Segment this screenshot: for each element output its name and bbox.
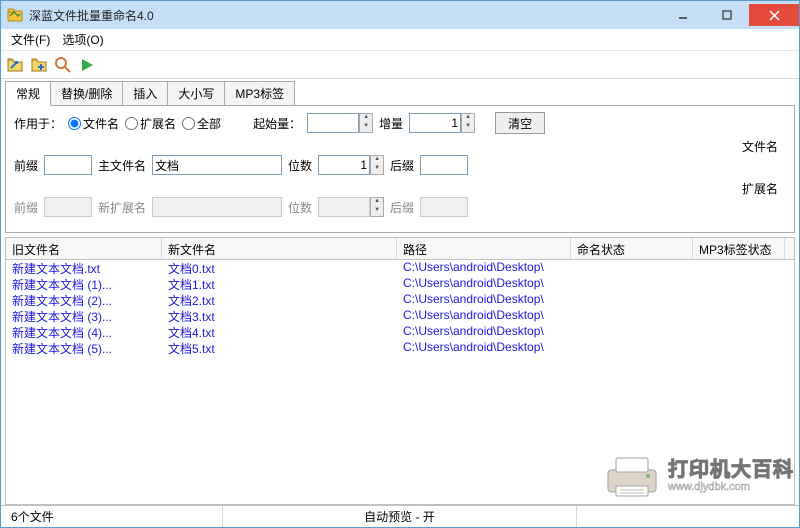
grid-header: 旧文件名 新文件名 路径 命名状态 MP3标签状态 [5, 237, 795, 259]
cell: 新建文本文档 (2)... [6, 292, 162, 308]
table-row[interactable]: 新建文本文档 (3)...文档3.txtC:\Users\android\Des… [6, 308, 794, 324]
cell [693, 324, 785, 340]
mainfile-label: 主文件名 [98, 157, 146, 174]
suffix2-input [420, 197, 468, 217]
filename-side-label: 文件名 [742, 138, 778, 155]
tab-general[interactable]: 常规 [5, 81, 51, 106]
cell: 新建文本文档.txt [6, 260, 162, 276]
titlebar: 深蓝文件批量重命名4.0 [1, 1, 799, 29]
cell: 新建文本文档 (4)... [6, 324, 162, 340]
apply-filename-radio[interactable]: 文件名 [68, 115, 119, 132]
tab-insert[interactable]: 插入 [122, 81, 168, 105]
add-folder-icon[interactable] [29, 55, 49, 75]
step-spin[interactable]: ▲▼ [409, 113, 475, 133]
prefix1-input[interactable] [44, 155, 92, 175]
clear-button[interactable]: 清空 [495, 112, 545, 134]
ext-side-label: 扩展名 [742, 180, 778, 197]
table-row[interactable]: 新建文本文档 (5)...文档5.txtC:\Users\android\Des… [6, 340, 794, 356]
col-old[interactable]: 旧文件名 [6, 238, 162, 259]
col-path[interactable]: 路径 [397, 238, 571, 259]
cell: 文档2.txt [162, 292, 397, 308]
start-input[interactable] [307, 113, 359, 133]
start-label: 起始量： [253, 115, 301, 132]
newext-input [152, 197, 282, 217]
col-rename-status[interactable]: 命名状态 [571, 238, 693, 259]
menu-file[interactable]: 文件(F) [5, 29, 56, 50]
cell: C:\Users\android\Desktop\ [397, 340, 571, 356]
cell: C:\Users\android\Desktop\ [397, 260, 571, 276]
cell [693, 292, 785, 308]
suffix1-label: 后缀 [390, 157, 414, 174]
cell [571, 276, 693, 292]
open-folder-icon[interactable] [5, 55, 25, 75]
menubar: 文件(F) 选项(O) [1, 29, 799, 51]
run-icon[interactable] [77, 55, 97, 75]
digits1-input[interactable] [318, 155, 370, 175]
status-count: 6个文件 [3, 506, 223, 527]
cell: 文档4.txt [162, 324, 397, 340]
digits1-label: 位数 [288, 157, 312, 174]
apply-all-radio[interactable]: 全部 [182, 115, 221, 132]
cell: 文档1.txt [162, 276, 397, 292]
cell: C:\Users\android\Desktop\ [397, 292, 571, 308]
maximize-button[interactable] [705, 4, 749, 26]
col-mp3-status[interactable]: MP3标签状态 [693, 238, 785, 259]
cell: 文档5.txt [162, 340, 397, 356]
cell: 新建文本文档 (3)... [6, 308, 162, 324]
apply-to-label: 作用于： [14, 115, 62, 132]
table-row[interactable]: 新建文本文档 (1)...文档1.txtC:\Users\android\Des… [6, 276, 794, 292]
step-input[interactable] [409, 113, 461, 133]
cell: C:\Users\android\Desktop\ [397, 308, 571, 324]
tab-mp3-tags[interactable]: MP3标签 [224, 81, 295, 105]
status-preview: 自动预览 - 开 [223, 506, 577, 527]
minimize-button[interactable] [661, 4, 705, 26]
suffix1-input[interactable] [420, 155, 468, 175]
cell: 文档3.txt [162, 308, 397, 324]
digits2-label: 位数 [288, 199, 312, 216]
digits2-spin: ▲▼ [318, 197, 384, 217]
apply-ext-radio[interactable]: 扩展名 [125, 115, 176, 132]
prefix2-label: 前缀 [14, 199, 38, 216]
statusbar: 6个文件 自动预览 - 开 [1, 505, 799, 527]
toolbar [1, 51, 799, 79]
cell [571, 340, 693, 356]
suffix2-label: 后缀 [390, 199, 414, 216]
cell [693, 308, 785, 324]
cell [693, 260, 785, 276]
newext-label: 新扩展名 [98, 199, 146, 216]
step-label: 增量 [379, 115, 403, 132]
table-row[interactable]: 新建文本文档 (4)...文档4.txtC:\Users\android\Des… [6, 324, 794, 340]
cell [571, 292, 693, 308]
app-icon [7, 7, 23, 23]
start-spin[interactable]: ▲▼ [307, 113, 373, 133]
table-row[interactable]: 新建文本文档 (2)...文档2.txtC:\Users\android\Des… [6, 292, 794, 308]
cell: 文档0.txt [162, 260, 397, 276]
menu-options[interactable]: 选项(O) [56, 29, 109, 50]
preview-icon[interactable] [53, 55, 73, 75]
col-new[interactable]: 新文件名 [162, 238, 397, 259]
cell [571, 308, 693, 324]
cell: C:\Users\android\Desktop\ [397, 276, 571, 292]
tab-case[interactable]: 大小写 [167, 81, 225, 105]
table-row[interactable]: 新建文本文档.txt文档0.txtC:\Users\android\Deskto… [6, 260, 794, 276]
cell [571, 260, 693, 276]
tabs: 常规 替换/删除 插入 大小写 MP3标签 [1, 81, 799, 105]
digits1-spin[interactable]: ▲▼ [318, 155, 384, 175]
cell: 新建文本文档 (5)... [6, 340, 162, 356]
cell [571, 324, 693, 340]
digits2-input [318, 197, 370, 217]
status-right [577, 506, 797, 527]
tab-replace-delete[interactable]: 替换/删除 [50, 81, 123, 105]
prefix1-label: 前缀 [14, 157, 38, 174]
mainfile-input[interactable] [152, 155, 282, 175]
window-title: 深蓝文件批量重命名4.0 [29, 7, 661, 24]
general-panel: 作用于： 文件名 扩展名 全部 起始量： ▲▼ 增量 ▲▼ 清空 文件名 前缀 … [5, 105, 795, 233]
close-button[interactable] [749, 4, 799, 26]
cell [693, 340, 785, 356]
cell: C:\Users\android\Desktop\ [397, 324, 571, 340]
cell: 新建文本文档 (1)... [6, 276, 162, 292]
cell [693, 276, 785, 292]
prefix2-input [44, 197, 92, 217]
grid-body[interactable]: 新建文本文档.txt文档0.txtC:\Users\android\Deskto… [5, 259, 795, 505]
